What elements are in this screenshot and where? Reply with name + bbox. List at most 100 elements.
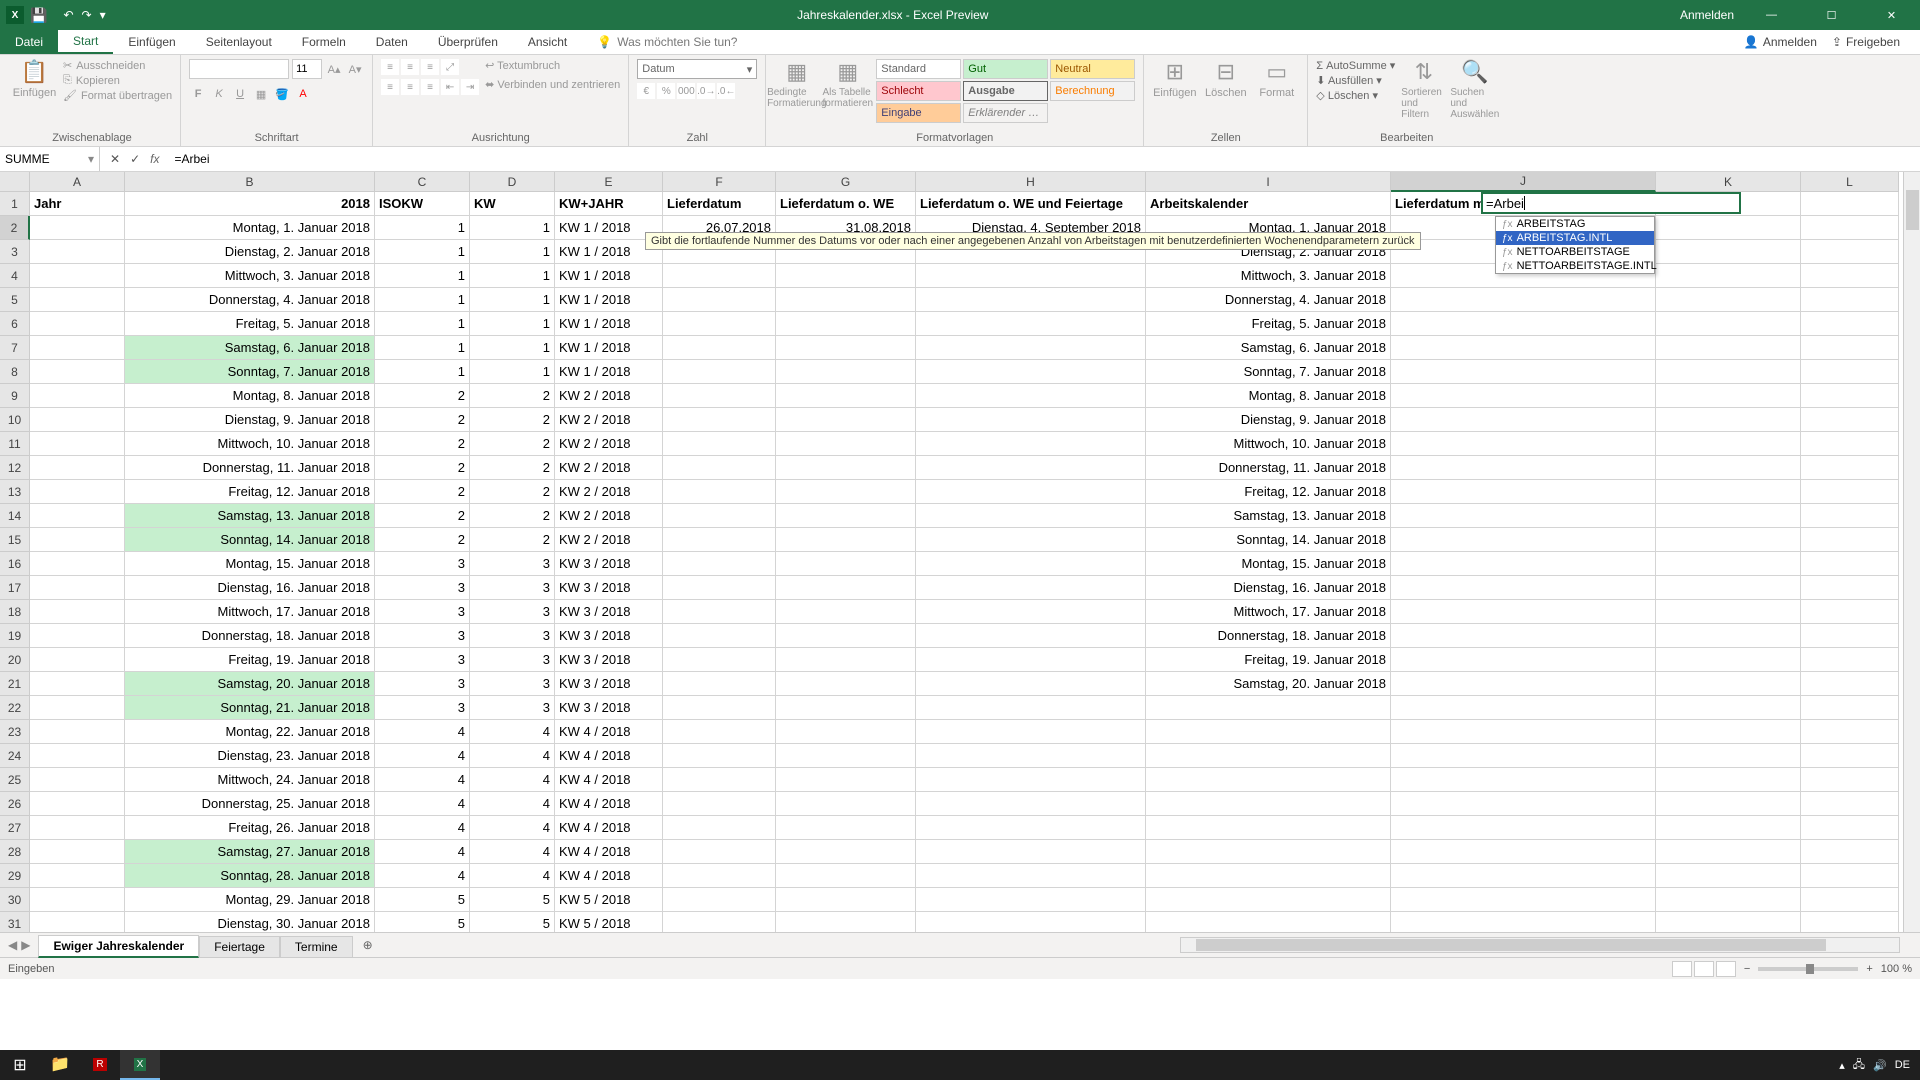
scroll-thumb[interactable] bbox=[1906, 190, 1919, 230]
cell[interactable] bbox=[1801, 672, 1899, 696]
cell[interactable] bbox=[663, 288, 776, 312]
tray-network-icon[interactable]: 🖧 bbox=[1853, 1056, 1865, 1075]
signin-link[interactable]: Anmelden bbox=[1680, 8, 1734, 22]
cell[interactable] bbox=[1146, 768, 1391, 792]
formula-input[interactable] bbox=[169, 152, 1920, 166]
cell[interactable]: 3 bbox=[375, 672, 470, 696]
number-format-select[interactable]: Datum▾ bbox=[637, 59, 757, 79]
cell[interactable] bbox=[1391, 816, 1656, 840]
cell[interactable] bbox=[1801, 504, 1899, 528]
cell[interactable] bbox=[776, 792, 916, 816]
cell[interactable]: Montag, 8. Januar 2018 bbox=[1146, 384, 1391, 408]
cell[interactable]: Freitag, 19. Januar 2018 bbox=[125, 648, 375, 672]
cell[interactable]: KW 4 / 2018 bbox=[555, 792, 663, 816]
col-header-K[interactable]: K bbox=[1656, 172, 1801, 192]
delete-cells-button[interactable]: ⊟Löschen bbox=[1203, 59, 1248, 99]
cell[interactable]: 5 bbox=[375, 912, 470, 932]
cell[interactable] bbox=[776, 504, 916, 528]
row-header-9[interactable]: 9 bbox=[0, 384, 30, 408]
cell[interactable]: 4 bbox=[470, 864, 555, 888]
row-header-24[interactable]: 24 bbox=[0, 744, 30, 768]
cell[interactable] bbox=[776, 912, 916, 932]
cell[interactable] bbox=[1656, 528, 1801, 552]
cell[interactable]: 1 bbox=[470, 240, 555, 264]
header-cell[interactable]: ISOKW bbox=[375, 192, 470, 216]
cell[interactable]: 2 bbox=[375, 384, 470, 408]
cell[interactable]: KW 1 / 2018 bbox=[555, 264, 663, 288]
style-ausgabe[interactable]: Ausgabe bbox=[963, 81, 1048, 101]
sheet-tab-feiertage[interactable]: Feiertage bbox=[199, 936, 280, 957]
cell[interactable] bbox=[30, 648, 125, 672]
cell[interactable] bbox=[1656, 768, 1801, 792]
style-standard[interactable]: Standard bbox=[876, 59, 961, 79]
cell[interactable]: Donnerstag, 4. Januar 2018 bbox=[1146, 288, 1391, 312]
cell[interactable] bbox=[1801, 624, 1899, 648]
cell[interactable] bbox=[776, 480, 916, 504]
header-cell[interactable]: Arbeitskalender bbox=[1146, 192, 1391, 216]
cell[interactable]: Samstag, 13. Januar 2018 bbox=[1146, 504, 1391, 528]
cell[interactable] bbox=[1391, 840, 1656, 864]
row-header-20[interactable]: 20 bbox=[0, 648, 30, 672]
cell[interactable] bbox=[776, 720, 916, 744]
cell[interactable] bbox=[1391, 576, 1656, 600]
insert-function-button[interactable]: fx bbox=[150, 152, 159, 166]
cell[interactable] bbox=[776, 888, 916, 912]
zoom-out-button[interactable]: − bbox=[1744, 963, 1750, 975]
cell[interactable] bbox=[1801, 696, 1899, 720]
cell[interactable] bbox=[30, 888, 125, 912]
indent-inc-button[interactable]: ⇥ bbox=[461, 79, 479, 95]
cell[interactable] bbox=[1656, 312, 1801, 336]
tray-up-icon[interactable]: ▴ bbox=[1839, 1059, 1845, 1072]
cell[interactable]: Dienstag, 16. Januar 2018 bbox=[1146, 576, 1391, 600]
sheet-nav-prev[interactable]: ◀ bbox=[8, 938, 17, 952]
row-header-12[interactable]: 12 bbox=[0, 456, 30, 480]
cell[interactable]: Montag, 22. Januar 2018 bbox=[125, 720, 375, 744]
increase-font-button[interactable]: A▴ bbox=[325, 60, 343, 78]
cell[interactable] bbox=[1801, 360, 1899, 384]
row-header-27[interactable]: 27 bbox=[0, 816, 30, 840]
row-header-3[interactable]: 3 bbox=[0, 240, 30, 264]
style-eingabe[interactable]: Eingabe bbox=[876, 103, 961, 123]
cell[interactable]: KW 1 / 2018 bbox=[555, 360, 663, 384]
cell[interactable]: 4 bbox=[375, 744, 470, 768]
cell[interactable] bbox=[1391, 696, 1656, 720]
cell[interactable] bbox=[916, 600, 1146, 624]
cell[interactable] bbox=[916, 504, 1146, 528]
cell[interactable]: Dienstag, 30. Januar 2018 bbox=[125, 912, 375, 932]
cell[interactable] bbox=[1801, 912, 1899, 932]
cell[interactable] bbox=[30, 384, 125, 408]
row-header-17[interactable]: 17 bbox=[0, 576, 30, 600]
cell[interactable] bbox=[776, 816, 916, 840]
row-header-4[interactable]: 4 bbox=[0, 264, 30, 288]
cell[interactable] bbox=[30, 840, 125, 864]
cell[interactable] bbox=[1656, 720, 1801, 744]
cell[interactable] bbox=[776, 600, 916, 624]
cell[interactable] bbox=[30, 432, 125, 456]
cell[interactable] bbox=[776, 864, 916, 888]
taskbar-reader[interactable]: R bbox=[80, 1050, 120, 1080]
cell[interactable]: KW 2 / 2018 bbox=[555, 480, 663, 504]
cell[interactable]: 1 bbox=[470, 360, 555, 384]
view-pagebreak-button[interactable] bbox=[1716, 961, 1736, 977]
cell[interactable] bbox=[916, 456, 1146, 480]
cell[interactable]: 4 bbox=[470, 816, 555, 840]
cell[interactable]: Sonntag, 28. Januar 2018 bbox=[125, 864, 375, 888]
cell[interactable] bbox=[30, 408, 125, 432]
tab-view[interactable]: Ansicht bbox=[513, 30, 582, 54]
cell[interactable]: 2 bbox=[470, 504, 555, 528]
cell[interactable]: Mittwoch, 10. Januar 2018 bbox=[125, 432, 375, 456]
autocomplete-item[interactable]: ƒxARBEITSTAG.INTL bbox=[1496, 231, 1654, 245]
cell[interactable] bbox=[30, 288, 125, 312]
cell[interactable] bbox=[916, 696, 1146, 720]
cell[interactable]: Mittwoch, 17. Januar 2018 bbox=[1146, 600, 1391, 624]
cell[interactable] bbox=[30, 696, 125, 720]
row-header-6[interactable]: 6 bbox=[0, 312, 30, 336]
col-header-A[interactable]: A bbox=[30, 172, 125, 192]
col-header-H[interactable]: H bbox=[916, 172, 1146, 192]
cell[interactable] bbox=[663, 912, 776, 932]
cell[interactable] bbox=[663, 552, 776, 576]
row-header-23[interactable]: 23 bbox=[0, 720, 30, 744]
align-middle-button[interactable]: ≡ bbox=[401, 59, 419, 75]
cell[interactable] bbox=[1801, 576, 1899, 600]
cell[interactable]: 4 bbox=[375, 840, 470, 864]
